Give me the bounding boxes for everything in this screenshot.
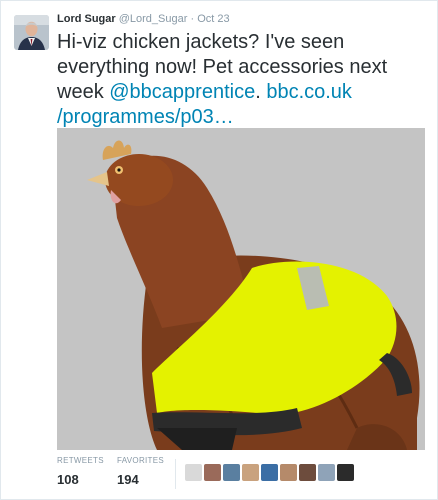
author-avatar[interactable] bbox=[14, 15, 49, 50]
tweet-media[interactable] bbox=[57, 128, 425, 450]
tweet-text: Hi-viz chicken jackets? I've seen everyt… bbox=[57, 30, 433, 130]
favoriter-avatar-1[interactable] bbox=[185, 464, 202, 481]
retweets-stat[interactable]: RETWEETS 108 bbox=[57, 456, 104, 487]
author-name[interactable]: Lord Sugar bbox=[57, 13, 116, 25]
chicken-photo bbox=[57, 128, 425, 450]
favoriter-avatar-3[interactable] bbox=[223, 464, 240, 481]
tweet-date[interactable]: Oct 23 bbox=[197, 13, 229, 25]
stats-divider bbox=[175, 459, 176, 489]
favoriter-avatars bbox=[185, 464, 356, 481]
favorites-stat[interactable]: FAVORITES 194 bbox=[117, 456, 164, 487]
favoriter-avatar-2[interactable] bbox=[204, 464, 221, 481]
tweet-text-punct: . bbox=[255, 81, 267, 103]
retweets-count: 108 bbox=[57, 472, 79, 487]
favorites-label: FAVORITES bbox=[117, 456, 165, 465]
mention-link[interactable]: @bbcapprentice bbox=[109, 81, 255, 103]
favoriter-avatar-8[interactable] bbox=[318, 464, 335, 481]
author-handle[interactable]: @Lord_Sugar bbox=[119, 13, 188, 25]
favoriter-avatar-7[interactable] bbox=[299, 464, 316, 481]
favoriter-avatar-9[interactable] bbox=[337, 464, 354, 481]
favoriter-avatar-4[interactable] bbox=[242, 464, 259, 481]
favoriter-avatar-5[interactable] bbox=[261, 464, 278, 481]
tweet-header: Lord Sugar @Lord_Sugar · Oct 23 bbox=[57, 13, 230, 25]
tweet-card: Lord Sugar @Lord_Sugar · Oct 23 Hi-viz c… bbox=[0, 0, 438, 500]
retweets-label: RETWEETS bbox=[57, 456, 104, 465]
author-photo bbox=[14, 15, 49, 50]
favoriter-avatar-6[interactable] bbox=[280, 464, 297, 481]
separator-dot: · bbox=[190, 13, 195, 25]
favorites-count: 194 bbox=[117, 472, 139, 487]
